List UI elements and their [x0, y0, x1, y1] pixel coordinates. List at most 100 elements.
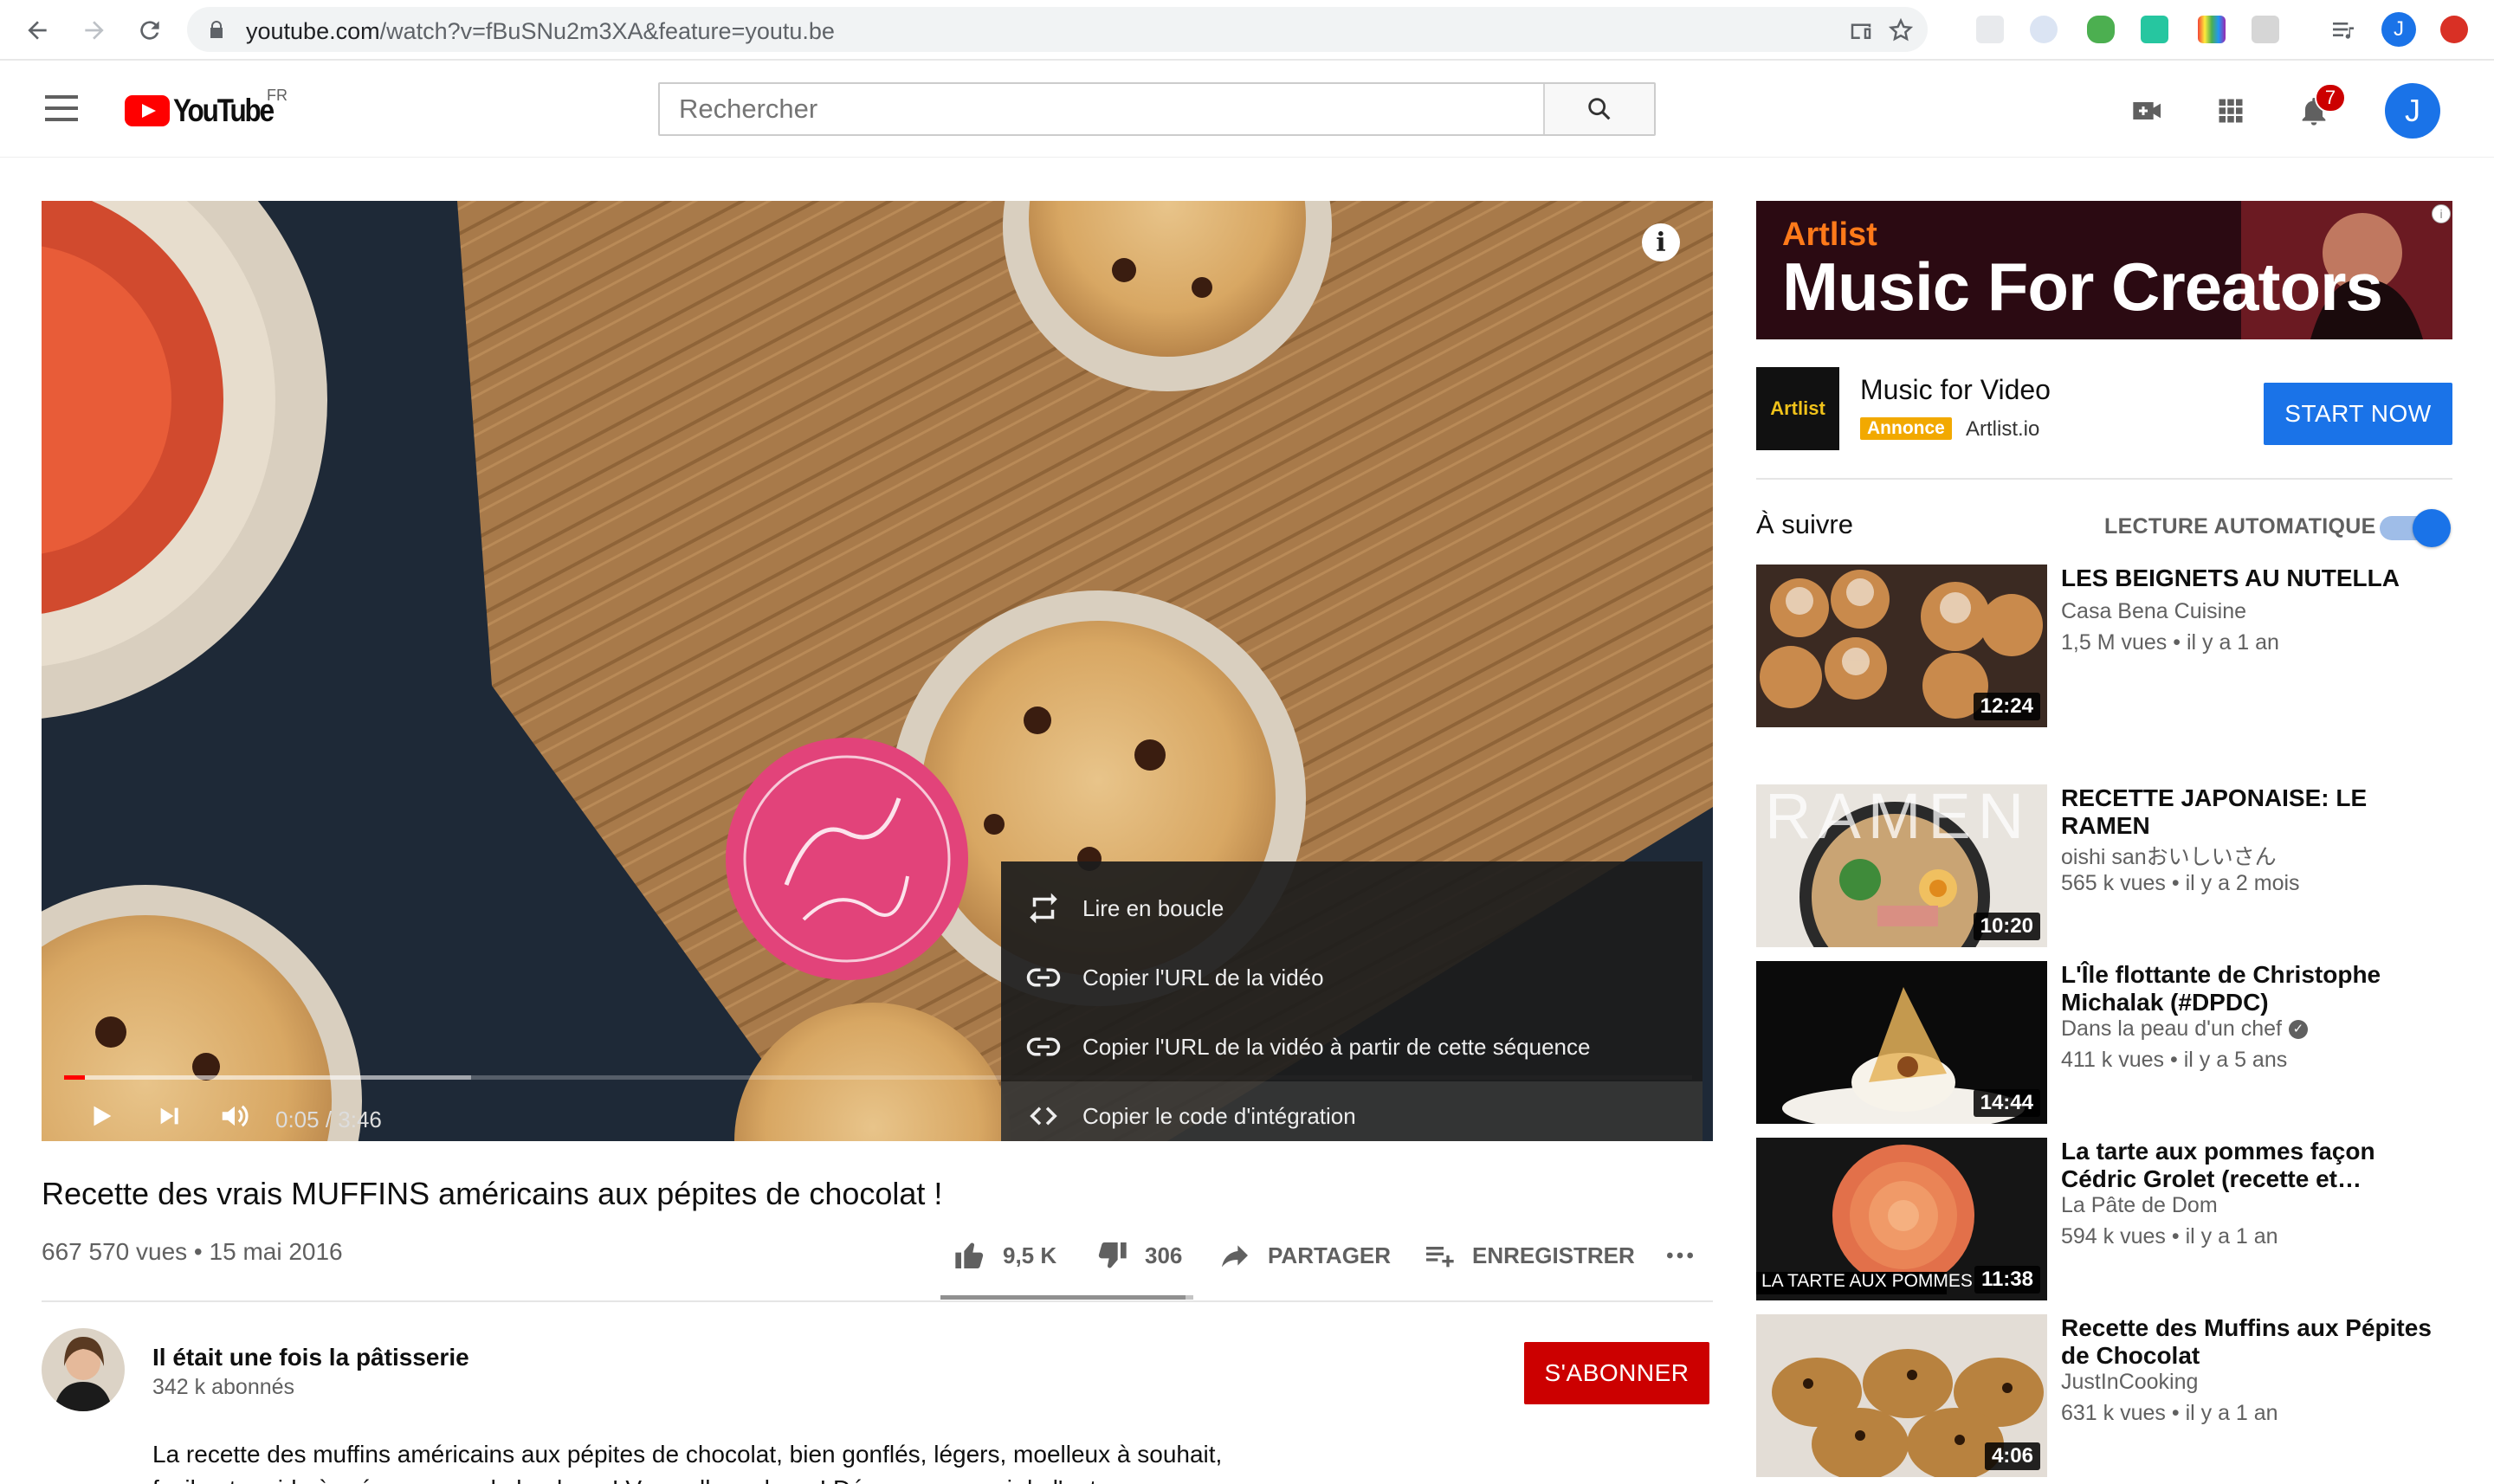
forward-button[interactable] [76, 12, 113, 48]
reload-button[interactable] [132, 12, 168, 48]
back-arrow-icon [28, 21, 47, 40]
menu-icon[interactable] [45, 95, 78, 121]
video-player[interactable]: i 0:05 / 3:46 Lire en boucle Copier l'URL… [42, 201, 1713, 1141]
recommendation-channel[interactable]: La Pâte de Dom [2061, 1193, 2218, 1218]
extension-red-icon[interactable] [2440, 16, 2468, 43]
thumbs-down-icon [1098, 1242, 1127, 1268]
playlist-icon[interactable] [2329, 16, 2357, 43]
video-description: La recette des muffins américains aux pé… [152, 1441, 1223, 1468]
address-bar[interactable]: youtube.com/watch?v=fBuSNu2m3XA&feature=… [187, 7, 1928, 52]
volume-icon [222, 1105, 249, 1127]
forward-arrow-icon [85, 21, 104, 40]
player-context-menu: Lire en boucle Copier l'URL de la vidéo Co… [1001, 861, 1703, 1141]
apps-button[interactable] [2212, 92, 2250, 130]
recommendation-item[interactable]: 12:24 LES BEIGNETS AU NUTELLA Casa Bena Cu… [1756, 565, 2452, 729]
save-button[interactable]: ENREGISTRER [1422, 1236, 1635, 1274]
context-menu-label: Copier l'URL de la vidéo à partir de cet… [1082, 1033, 1591, 1060]
ad-banner-headline: Music For Creators [1782, 248, 2383, 325]
autoplay-toggle-knob[interactable] [2413, 509, 2451, 547]
next-button[interactable] [145, 1093, 192, 1139]
recommendation-channel[interactable]: Casa Bena Cuisine [2061, 599, 2246, 624]
advertiser-logo[interactable]: Artlist [1756, 367, 1839, 450]
context-menu-item[interactable]: Lire en boucle [1001, 874, 1703, 943]
context-menu-item[interactable]: Copier le code d'intégration [1001, 1081, 1703, 1141]
video-info-button[interactable]: i [1642, 223, 1680, 261]
duration-badge: 10:20 [1973, 913, 2040, 940]
ad-banner[interactable]: Artlist Music For Creators [1756, 201, 2452, 339]
search-bar [658, 82, 1656, 136]
more-actions-button[interactable] [1663, 1236, 1713, 1274]
ad-title[interactable]: Music for Video [1860, 374, 2051, 406]
duration-badge: 12:24 [1973, 693, 2040, 720]
browser-profile-avatar[interactable]: J [2381, 12, 2416, 47]
recommendation-thumbnail[interactable]: RAMEN 10:20 [1756, 784, 2047, 947]
video-title: Recette des vrais MUFFINS américains aux… [42, 1176, 943, 1211]
logo-wordmark: YouTube [173, 93, 275, 128]
duration-badge: 11:38 [1974, 1266, 2040, 1294]
divider [42, 1300, 1713, 1302]
recommendation-meta: 594 k vues • il y a 1 an [2061, 1224, 2278, 1248]
ad-info-icon[interactable]: i [2432, 204, 2451, 223]
recommendation-item[interactable]: LA TARTE AUX POMMES 11:38 La tarte aux pom… [1756, 1138, 2452, 1302]
cast-icon[interactable] [1848, 17, 1874, 43]
recommendation-item[interactable]: 14:44 L'Île flottante de Christophe Micha… [1756, 961, 2452, 1126]
ad-label-badge: Annonce [1860, 417, 1952, 440]
context-menu-label: Lire en boucle [1082, 894, 1224, 921]
ad-cta-button[interactable]: START NOW [2264, 383, 2452, 445]
share-arrow-icon [1222, 1245, 1248, 1268]
channel-name[interactable]: Il était une fois la pâtisserie [152, 1344, 469, 1371]
play-button[interactable] [78, 1093, 125, 1139]
context-menu-item[interactable]: Copier l'URL de la vidéo à partir de cet… [1001, 1012, 1703, 1081]
duration-badge: 14:44 [1973, 1089, 2040, 1117]
recommendation-title[interactable]: Recette des Muffins aux Pépites de Choco… [2061, 1314, 2442, 1370]
video-camera-plus-icon [2133, 102, 2161, 119]
extension-evernote-icon[interactable] [2087, 16, 2115, 43]
create-video-button[interactable] [2129, 92, 2167, 130]
extension-bird-icon[interactable] [2141, 16, 2168, 43]
recommendation-title[interactable]: L'Île flottante de Christophe Michalak (… [2061, 961, 2442, 1016]
recommendation-thumbnail[interactable]: 12:24 [1756, 565, 2047, 727]
recommendation-thumbnail[interactable]: LA TARTE AUX POMMES 11:38 [1756, 1138, 2047, 1300]
up-next-heading: À suivre [1756, 509, 1853, 539]
progress-buffered [64, 1075, 471, 1080]
more-horizontal-icon [1667, 1252, 1693, 1259]
recommendation-meta: 565 k vues • il y a 2 mois [2061, 871, 2300, 895]
recommendation-channel[interactable]: oishi sanおいしいさん [2061, 840, 2277, 871]
url-text: youtube.com/watch?v=fBuSNu2m3XA&feature=… [246, 18, 835, 44]
recommendation-thumbnail[interactable]: 14:44 [1756, 961, 2047, 1124]
video-description-line2: facile et rapide à préparer pour le bonh… [152, 1475, 1118, 1484]
thumbs-up-icon [955, 1242, 984, 1269]
account-avatar[interactable]: J [2385, 83, 2440, 139]
recommendation-title[interactable]: LES BEIGNETS AU NUTELLA [2061, 565, 2442, 592]
ad-domain: Artlist.io [1966, 417, 2040, 441]
like-button[interactable]: 9,5 K [953, 1236, 1056, 1274]
dislike-button[interactable]: 306 [1095, 1236, 1182, 1274]
next-icon [160, 1107, 178, 1125]
recommendation-thumbnail[interactable]: 4:06 [1756, 1314, 2047, 1477]
extension-color-icon[interactable] [2198, 16, 2226, 43]
search-button[interactable] [1543, 84, 1654, 134]
bookmark-star-icon[interactable] [1888, 17, 1914, 43]
recommendation-channel[interactable]: Dans la peau d'un chef ✓ [2061, 1016, 2308, 1042]
recommendation-meta: 1,5 M vues • il y a 1 an [2061, 630, 2279, 655]
loop-icon [1024, 888, 1063, 928]
recommendation-title[interactable]: RECETTE JAPONAISE: LE RAMEN [2061, 784, 2442, 840]
recommendation-title[interactable]: La tarte aux pommes façon Cédric Grolet … [2061, 1138, 2442, 1193]
recommendation-item[interactable]: 4:06 Recette des Muffins aux Pépites de C… [1756, 1314, 2452, 1479]
extension-feather-icon[interactable] [2252, 16, 2279, 43]
youtube-logo[interactable]: YouTube FR [125, 87, 290, 128]
extension-circle-icon[interactable] [2030, 16, 2058, 43]
recommendation-channel[interactable]: JustInCooking [2061, 1370, 2198, 1395]
volume-button[interactable] [211, 1093, 258, 1139]
lock-icon [210, 21, 223, 38]
extension-pen-icon[interactable] [1976, 16, 2004, 43]
link-icon [1024, 958, 1063, 997]
search-input[interactable] [660, 84, 1543, 134]
recommendation-item[interactable]: RAMEN 10:20 RECETTE JAPONAISE: LE RAMEN ois… [1756, 784, 2452, 949]
share-button[interactable]: PARTAGER [1218, 1236, 1391, 1274]
back-button[interactable] [19, 12, 55, 48]
subscribe-button[interactable]: S'ABONNER [1524, 1342, 1709, 1404]
context-menu-label: Copier le code d'intégration [1082, 1102, 1356, 1129]
channel-avatar[interactable] [42, 1328, 125, 1411]
context-menu-item[interactable]: Copier l'URL de la vidéo [1001, 943, 1703, 1012]
